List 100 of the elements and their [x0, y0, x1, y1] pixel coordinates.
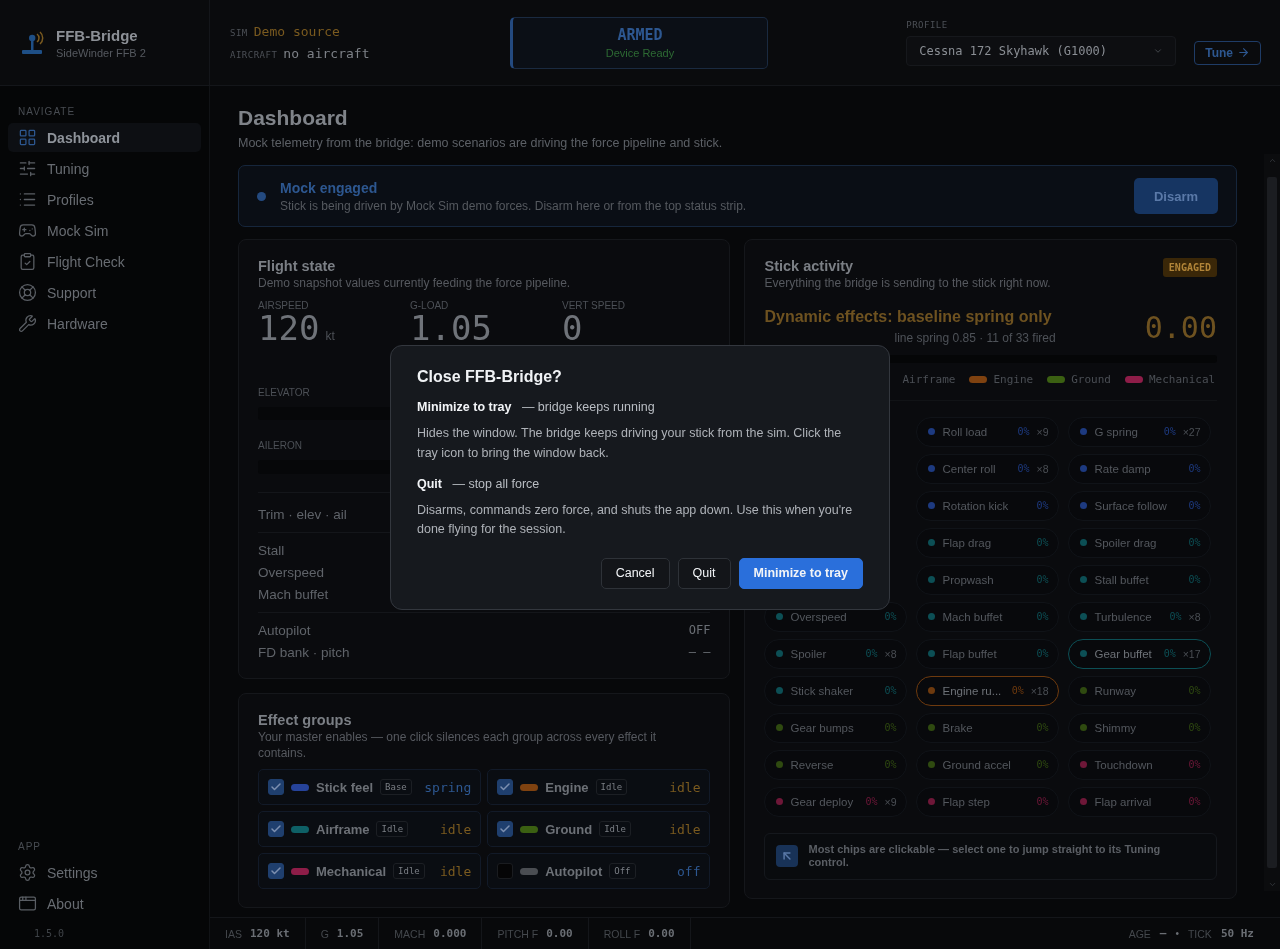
effect-chip[interactable]: Spoiler 0% ×8: [764, 638, 908, 669]
effect-name: Gear bumps: [790, 721, 854, 734]
group-tag: Idle: [376, 821, 409, 838]
effect-chip[interactable]: Stall buffet 0%: [1068, 564, 1212, 595]
nav-item[interactable]: Settings: [8, 858, 201, 887]
effect-name: Gear buffet: [1094, 647, 1152, 660]
group-state: off: [677, 863, 701, 879]
checkbox[interactable]: [497, 821, 514, 838]
effect-name: Shimmy: [1094, 721, 1136, 734]
effect-chip[interactable]: Propwash 0%: [916, 564, 1060, 595]
effect-chip[interactable]: Surface follow 0%: [1068, 490, 1212, 521]
checkbox[interactable]: [497, 779, 514, 796]
nav-item[interactable]: Mock Sim: [8, 216, 201, 245]
secondary-button[interactable]: Quit: [677, 557, 731, 589]
effect-chip[interactable]: Stick shaker 0%: [764, 675, 908, 706]
readout-value: 0: [562, 312, 583, 343]
effect-chip[interactable]: Gear buffet 0% ×17: [1068, 638, 1212, 669]
effect-name: Flap arrival: [1094, 795, 1152, 808]
nav-item[interactable]: Support: [8, 278, 201, 307]
effect-name: Gear deploy: [790, 795, 854, 808]
nav-label: Support: [47, 284, 97, 301]
effect-chip[interactable]: Spoiler drag 0%: [1068, 527, 1212, 558]
effect-chip[interactable]: Runway 0%: [1068, 675, 1212, 706]
effect-percent: 0%: [1188, 500, 1201, 511]
effect-chip[interactable]: Touchdown 0%: [1068, 749, 1212, 780]
effect-percent: 0%: [1188, 463, 1201, 474]
effect-chip[interactable]: Gear deploy 0% ×9: [764, 786, 908, 817]
nav-item[interactable]: Profiles: [8, 185, 201, 214]
primary-button[interactable]: Minimize to tray: [738, 557, 863, 589]
lifebuoy-icon: [18, 283, 37, 302]
arrow-up-left-icon: [776, 845, 799, 868]
legend-label: Mechanical: [1148, 372, 1216, 386]
panel-subtitle: Demo snapshot values currently feeding the force pipeline.: [258, 276, 572, 292]
joystick-logo-icon: [20, 29, 46, 56]
effect-chip[interactable]: Shimmy 0%: [1068, 712, 1212, 743]
nav-item[interactable]: Flight Check: [8, 247, 201, 276]
secondary-button[interactable]: Cancel: [600, 557, 670, 589]
effect-chip[interactable]: G spring 0% ×27: [1068, 416, 1212, 447]
unit-label: kt: [325, 327, 335, 345]
effect-chip[interactable]: Gear bumps 0%: [764, 712, 908, 743]
checkbox[interactable]: [268, 821, 284, 838]
effect-percent: 0%: [1188, 685, 1201, 696]
nav-item[interactable]: Dashboard: [8, 123, 201, 152]
effect-group-toggle[interactable]: Autopilot Off off: [487, 853, 711, 890]
effect-chip[interactable]: Engine ru... 0% ×18: [916, 675, 1060, 706]
effect-chip[interactable]: Flap drag 0%: [916, 527, 1060, 558]
effect-percent: 0%: [1188, 722, 1201, 733]
profile-label: PROFILE: [906, 19, 949, 30]
status-value: 0.00: [648, 927, 675, 940]
effect-percent: 0%: [884, 759, 897, 770]
status-label: TICK: [1187, 927, 1212, 940]
checkbox[interactable]: [268, 779, 284, 796]
nav-item[interactable]: About: [8, 889, 201, 918]
effect-chip[interactable]: Flap buffet 0%: [916, 638, 1060, 669]
effect-name: G spring: [1094, 425, 1138, 438]
tune-button[interactable]: Tune: [1194, 40, 1261, 65]
effect-chip[interactable]: Rotation kick 0%: [916, 490, 1060, 521]
effect-name: Runway: [1094, 684, 1137, 697]
profile-select[interactable]: Cessna 172 Skyhawk (G1000): [906, 35, 1177, 66]
effect-chip[interactable]: Turbulence 0% ×8: [1068, 601, 1212, 632]
effect-name: Surface follow: [1094, 499, 1167, 512]
nav-label: Flight Check: [47, 253, 125, 270]
group-name: Autopilot: [545, 863, 603, 879]
effect-chip[interactable]: Flap step 0%: [916, 786, 1060, 817]
nav-item[interactable]: Tuning: [8, 154, 201, 183]
nav-label: Mock Sim: [47, 222, 109, 239]
group-name: Ground: [545, 821, 593, 837]
effect-chip[interactable]: Center roll 0% ×8: [916, 453, 1060, 484]
nav-label: Dashboard: [47, 129, 121, 146]
effect-name: Roll load: [942, 425, 988, 438]
effect-chip[interactable]: Ground accel 0%: [916, 749, 1060, 780]
effect-name: Center roll: [942, 462, 996, 475]
effect-chip[interactable]: Rate damp 0%: [1068, 453, 1212, 484]
disarm-button[interactable]: Disarm: [1133, 178, 1218, 214]
effect-percent: 0%: [1036, 574, 1049, 585]
grid-icon: [18, 128, 37, 147]
panel-title: Stick activity: [764, 258, 855, 274]
armed-status: ARMED: [617, 26, 663, 44]
group-tag: Base: [380, 779, 412, 796]
effect-percent: 0%: [1017, 426, 1030, 437]
effect-group-toggle[interactable]: Airframe Idle idle: [258, 811, 482, 848]
dynamic-effects-detail: line spring 0.85 · 11 of 33 fired: [894, 330, 1056, 345]
effect-group-toggle[interactable]: Engine Idle idle: [487, 769, 711, 806]
checkbox[interactable]: [497, 863, 514, 880]
bar-label: ELEVATOR: [258, 386, 310, 398]
effect-percent: 0%: [1163, 426, 1176, 437]
app-name: FFB-Bridge: [56, 26, 139, 44]
nav-item[interactable]: Hardware: [8, 309, 201, 338]
effect-chip[interactable]: Brake 0%: [916, 712, 1060, 743]
effect-group-toggle[interactable]: Ground Idle idle: [487, 811, 711, 848]
effect-chip[interactable]: Flap arrival 0%: [1068, 786, 1212, 817]
effect-chip[interactable]: Mach buffet 0%: [916, 601, 1060, 632]
effect-chip[interactable]: Roll load 0% ×9: [916, 416, 1060, 447]
checkbox[interactable]: [268, 863, 284, 880]
effect-group-toggle[interactable]: Mechanical Idle idle: [258, 853, 482, 890]
effect-chip[interactable]: Reverse 0%: [764, 749, 908, 780]
effect-group-toggle[interactable]: Stick feel Base spring: [258, 769, 482, 806]
fire-count: ×8: [1036, 462, 1049, 475]
effect-name: Brake: [942, 721, 973, 734]
effect-name: Flap step: [942, 795, 990, 808]
